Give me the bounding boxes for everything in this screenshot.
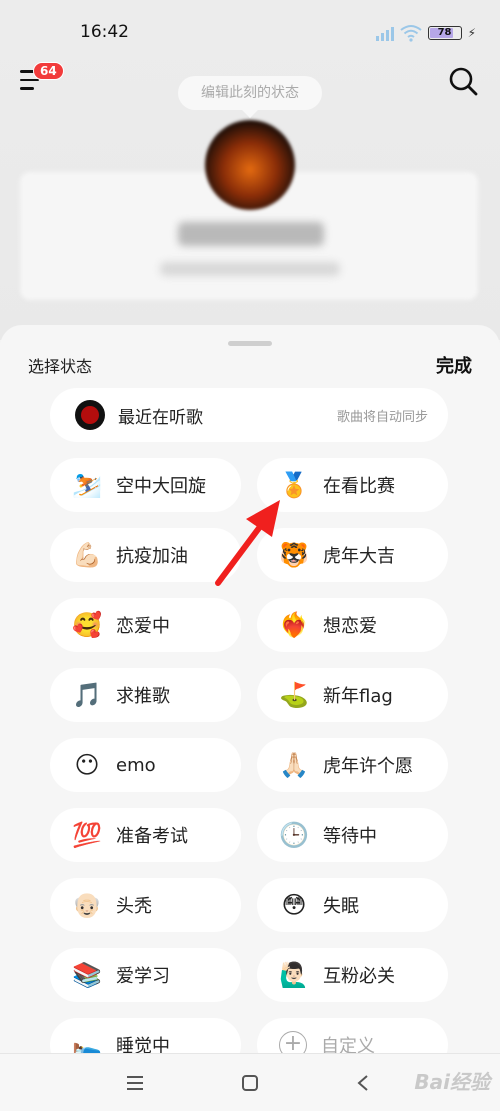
- status-label: 虎年大吉: [323, 546, 395, 567]
- charging-icon: ⚡: [467, 26, 476, 40]
- music-sync-hint: 歌曲将自动同步: [336, 409, 428, 425]
- status-picker-sheet: 选择状态 完成 最近在听歌 歌曲将自动同步 ⛷️ 空中大回旋 🏅 在看比赛 💪🏻…: [0, 325, 500, 1055]
- status-option[interactable]: 👴🏻 头秃: [50, 878, 241, 932]
- blurred-stats: [160, 262, 340, 276]
- raising-hand-icon: 🙋🏻‍♂️: [279, 961, 309, 989]
- status-label: 头秃: [116, 896, 152, 917]
- old-man-icon: 👴🏻: [72, 891, 102, 919]
- drag-handle[interactable]: [228, 341, 272, 346]
- avatar[interactable]: [205, 120, 295, 210]
- wifi-icon: [399, 25, 422, 42]
- status-label: 等待中: [323, 826, 377, 847]
- status-bar: 16:42 78 ⚡: [80, 22, 476, 46]
- music-status-option[interactable]: 最近在听歌 歌曲将自动同步: [50, 388, 448, 442]
- golf-flag-icon: ⛳: [279, 681, 309, 709]
- navigation-bar: Bai经验: [0, 1053, 500, 1111]
- status-option[interactable]: 📚 爱学习: [50, 948, 241, 1002]
- recent-apps-icon[interactable]: [120, 1068, 150, 1098]
- status-label: 准备考试: [116, 826, 188, 847]
- battery-icon: 78: [427, 26, 462, 40]
- status-label: 抗疫加油: [116, 546, 188, 567]
- edit-status-bubble[interactable]: 编辑此刻的状态: [178, 76, 322, 118]
- status-option[interactable]: 🙏🏻 虎年许个愿: [257, 738, 448, 792]
- status-label: 睡觉中: [116, 1036, 170, 1055]
- status-label: 虎年许个愿: [323, 756, 413, 777]
- status-label: 想恋爱: [323, 616, 377, 637]
- status-label: 在看比赛: [323, 476, 395, 497]
- status-option[interactable]: ⛳ 新年flag: [257, 668, 448, 722]
- notification-badge: 64: [33, 62, 64, 80]
- plus-icon: +: [279, 1031, 307, 1055]
- books-icon: 📚: [72, 961, 102, 989]
- status-label: 新年flag: [323, 686, 393, 707]
- status-option[interactable]: 😳 失眠: [257, 878, 448, 932]
- status-label: emo: [116, 754, 156, 776]
- folded-hands-icon: 🙏🏻: [279, 751, 309, 779]
- status-label: 恋爱中: [116, 616, 170, 637]
- status-icons: 78 ⚡: [375, 24, 476, 42]
- status-option[interactable]: 🕒 等待中: [257, 808, 448, 862]
- status-label: 自定义: [321, 1036, 375, 1055]
- status-label: 失眠: [323, 896, 359, 917]
- status-label: 互粉必关: [323, 966, 395, 987]
- smiling-hearts-icon: 🥰: [72, 611, 102, 639]
- heart-on-fire-icon: ❤️‍🔥: [279, 611, 309, 639]
- music-notes-icon: 🎵: [72, 681, 102, 709]
- no-mouth-face-icon: 😶: [74, 751, 100, 779]
- back-icon[interactable]: [348, 1068, 378, 1098]
- blurred-username: [178, 222, 324, 246]
- status-option[interactable]: 🙋🏻‍♂️ 互粉必关: [257, 948, 448, 1002]
- status-label: 空中大回旋: [116, 476, 206, 497]
- battery-level: 78: [437, 27, 452, 38]
- watermark: Bai经验: [414, 1070, 490, 1094]
- flushed-face-icon: 😳: [281, 891, 307, 919]
- signal-icon: [375, 25, 394, 41]
- status-option[interactable]: 😶 emo: [50, 738, 241, 792]
- record-icon: [75, 400, 105, 430]
- custom-status-option[interactable]: + 自定义: [257, 1018, 448, 1055]
- red-arrow-icon: [215, 500, 280, 586]
- clock: 16:42: [80, 22, 129, 42]
- status-label: 求推歌: [116, 686, 170, 707]
- status-option[interactable]: 🥰 恋爱中: [50, 598, 241, 652]
- clock-icon: 🕒: [279, 821, 309, 849]
- status-option[interactable]: ❤️‍🔥 想恋爱: [257, 598, 448, 652]
- hundred-points-icon: 💯: [72, 821, 102, 849]
- sleeping-bed-icon: 🛌: [72, 1031, 102, 1055]
- skiing-icon: ⛷️: [72, 471, 102, 499]
- done-button[interactable]: 完成: [436, 352, 472, 378]
- sheet-title: 选择状态: [28, 357, 93, 376]
- status-label: 爱学习: [116, 966, 170, 987]
- profile-background: 16:42 78 ⚡ 64 编辑此刻的状态: [0, 0, 500, 340]
- status-option[interactable]: 🛌 睡觉中: [50, 1018, 241, 1055]
- music-status-label: 最近在听歌: [118, 407, 203, 428]
- search-icon[interactable]: [448, 66, 478, 96]
- status-option[interactable]: 💯 准备考试: [50, 808, 241, 862]
- flexed-biceps-icon: 💪🏻: [72, 541, 102, 569]
- home-icon[interactable]: [235, 1068, 265, 1098]
- status-option[interactable]: 🎵 求推歌: [50, 668, 241, 722]
